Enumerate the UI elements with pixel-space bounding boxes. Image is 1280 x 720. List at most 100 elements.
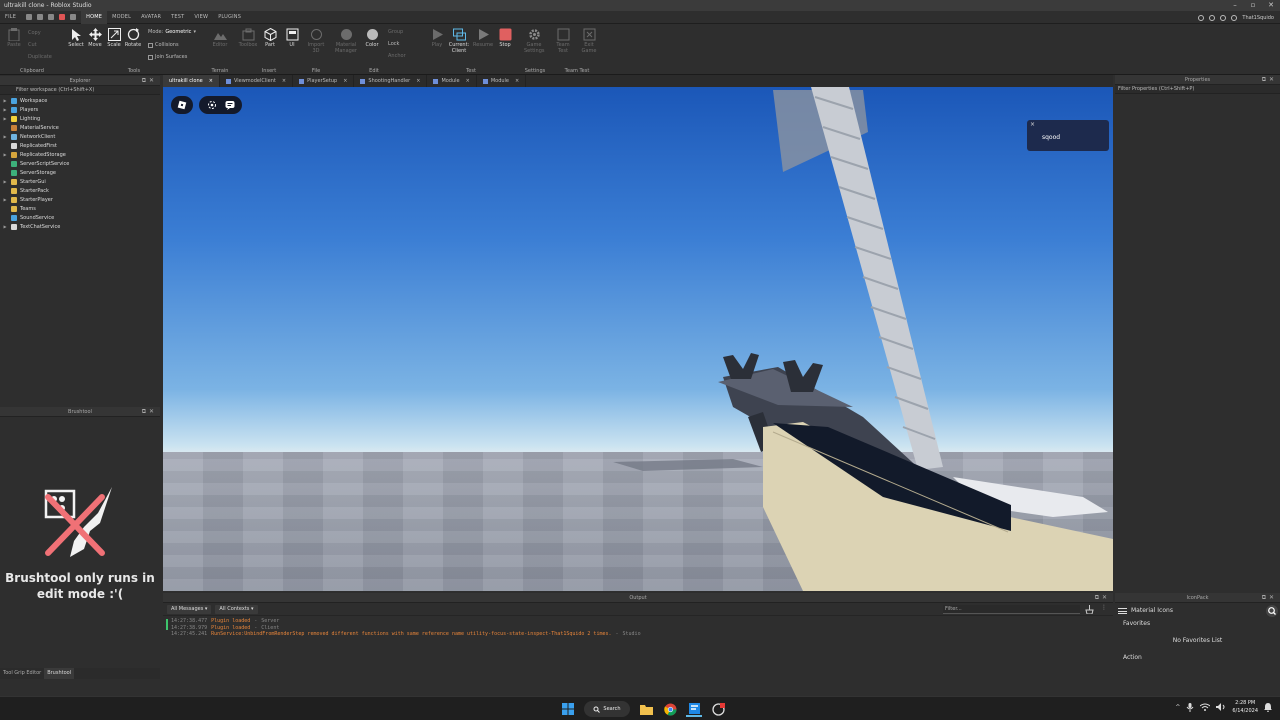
document-tab[interactable]: ViewmodelClient × (220, 75, 294, 87)
document-tab[interactable]: ultrakill clone × (163, 75, 220, 87)
document-tab[interactable]: Module × (477, 75, 527, 87)
roblox-app[interactable] (710, 701, 726, 717)
explorer-item-replicatedstorage[interactable]: ▶ ReplicatedStorage (0, 150, 160, 159)
scale-button[interactable]: Scale (104, 28, 124, 48)
roblox-studio-app[interactable] (686, 701, 702, 717)
explorer-filter[interactable]: Filter workspace (Ctrl+Shift+X) (0, 86, 160, 95)
settings-icon[interactable] (1231, 14, 1238, 21)
explorer-item-startergui[interactable]: ▶ StarterGui (0, 177, 160, 186)
microphone-icon[interactable] (1186, 702, 1194, 712)
join-surfaces-toggle[interactable]: Join Surfaces (148, 54, 187, 60)
output-filter-input[interactable]: Filter... (943, 605, 1080, 614)
mode-select[interactable]: Mode: Geometric ▾ (148, 29, 196, 35)
expand-arrow-icon[interactable]: ▶ (0, 98, 7, 103)
rotate-button[interactable]: Rotate (123, 28, 143, 48)
explorer-item-replicatedfirst[interactable]: ReplicatedFirst (0, 141, 160, 150)
explorer-item-materialservice[interactable]: MaterialService (0, 123, 160, 132)
maximize-button[interactable]: ▫ (1244, 0, 1262, 11)
expand-arrow-icon[interactable]: ▶ (0, 134, 7, 139)
expand-arrow-icon[interactable]: ▶ (0, 197, 7, 202)
explorer-item-serverscriptservice[interactable]: ServerScriptService (0, 159, 160, 168)
tab-plugins[interactable]: PLUGINS (213, 11, 246, 24)
explorer-item-workspace[interactable]: ▶ Workspace (0, 96, 160, 105)
stop-button[interactable]: Stop (495, 28, 515, 48)
tab-home[interactable]: HOME (81, 10, 108, 24)
clock[interactable]: 2:28 PM 6/14/2024 (1232, 699, 1258, 715)
tab-avatar[interactable]: AVATAR (136, 11, 166, 24)
game-viewport[interactable]: × sqood (163, 87, 1113, 591)
team-test-button[interactable]: Team Test (553, 28, 573, 54)
expand-arrow-icon[interactable]: ▶ (0, 152, 7, 157)
close-tab-icon[interactable]: × (282, 75, 286, 87)
help-icon[interactable] (1220, 14, 1227, 21)
panel-controls[interactable]: ⧉✕ (1262, 75, 1277, 85)
close-window-button[interactable]: ✕ (1262, 0, 1280, 11)
messages-dropdown[interactable]: All Messages ▾ (167, 604, 212, 614)
color-button[interactable]: Color (362, 28, 382, 48)
close-icon[interactable]: × (1030, 121, 1035, 128)
part-button[interactable]: Part (260, 28, 280, 48)
close-tab-icon[interactable]: × (209, 75, 213, 87)
save-icon[interactable] (26, 14, 33, 20)
more-icon[interactable]: ⋮ (1101, 604, 1107, 611)
paste-button[interactable]: Paste (4, 28, 24, 48)
taskbar-search[interactable]: Search (584, 701, 630, 717)
log-line[interactable]: 14:27:45.241 RunService:UnbindFromRenderS… (171, 631, 1113, 638)
document-tab[interactable]: PlayerSetup × (293, 75, 355, 87)
game-settings-button[interactable]: Game Settings (524, 28, 545, 54)
tab-view[interactable]: VIEW (189, 11, 213, 24)
anchor-button[interactable]: Anchor (388, 53, 406, 59)
duplicate-button[interactable]: Duplicate (28, 54, 52, 60)
explorer-item-soundservice[interactable]: SoundService (0, 213, 160, 222)
close-tab-icon[interactable]: × (515, 75, 519, 87)
chat-icon[interactable] (225, 100, 235, 110)
notifications-icon[interactable] (1209, 14, 1216, 21)
expand-arrow-icon[interactable]: ▶ (0, 107, 7, 112)
terrain-editor-button[interactable]: Editor (210, 28, 230, 48)
volume-icon[interactable] (1216, 703, 1226, 711)
redo-icon[interactable] (70, 14, 77, 20)
close-tab-icon[interactable]: × (416, 75, 420, 87)
explorer-item-starterplayer[interactable]: ▶ StarterPlayer (0, 195, 160, 204)
wifi-icon[interactable] (1200, 703, 1211, 711)
collisions-toggle[interactable]: Collisions (148, 42, 179, 48)
document-tab[interactable]: ShootingHandler × (354, 75, 428, 87)
play-icon[interactable] (48, 14, 55, 20)
select-button[interactable]: Select (66, 28, 86, 48)
expand-arrow-icon[interactable]: ▶ (0, 224, 7, 229)
undo-icon[interactable] (37, 14, 44, 20)
menu-icon[interactable] (1118, 607, 1127, 614)
explorer-item-teams[interactable]: Teams (0, 204, 160, 213)
file-explorer-app[interactable] (638, 701, 654, 717)
selfview-icon[interactable] (207, 100, 217, 110)
username[interactable]: That1Squido (1242, 15, 1274, 21)
tab-test[interactable]: TEST (166, 11, 189, 24)
close-tab-icon[interactable]: × (466, 75, 470, 87)
document-tab[interactable]: Module × (427, 75, 477, 87)
tab-brushtool[interactable]: Brushtool (44, 668, 75, 679)
minimize-button[interactable]: – (1226, 0, 1244, 11)
explorer-item-lighting[interactable]: ▶ Lighting (0, 114, 160, 123)
ui-button[interactable]: UI (282, 28, 302, 48)
lock-button[interactable]: Lock (388, 41, 399, 47)
clear-output-icon[interactable] (1085, 605, 1094, 614)
share-icon[interactable] (1198, 14, 1205, 21)
stop-icon[interactable] (59, 14, 66, 20)
explorer-item-starterpack[interactable]: StarterPack (0, 186, 160, 195)
roblox-menu-button[interactable] (171, 96, 193, 114)
close-tab-icon[interactable]: × (343, 75, 347, 87)
chevron-up-icon[interactable]: ^ (1175, 704, 1180, 711)
panel-controls[interactable]: ⧉✕ (142, 76, 157, 86)
group-button[interactable]: Group (388, 29, 403, 35)
iconpack-search[interactable]: Material Icons (1115, 603, 1280, 618)
chrome-app[interactable] (662, 701, 678, 717)
play-button[interactable]: Play (427, 28, 447, 48)
join-surfaces-checkbox[interactable] (148, 54, 153, 60)
properties-filter[interactable]: Filter Properties (Ctrl+Shift+P) (1115, 85, 1280, 94)
toolbox-button[interactable]: Toolbox (238, 28, 258, 48)
import-3d-button[interactable]: Import 3D (306, 28, 326, 54)
explorer-item-players[interactable]: ▶ Players (0, 105, 160, 114)
collisions-checkbox[interactable] (148, 42, 153, 48)
current-client-button[interactable]: Current: Client (447, 28, 471, 54)
expand-arrow-icon[interactable]: ▶ (0, 116, 7, 121)
